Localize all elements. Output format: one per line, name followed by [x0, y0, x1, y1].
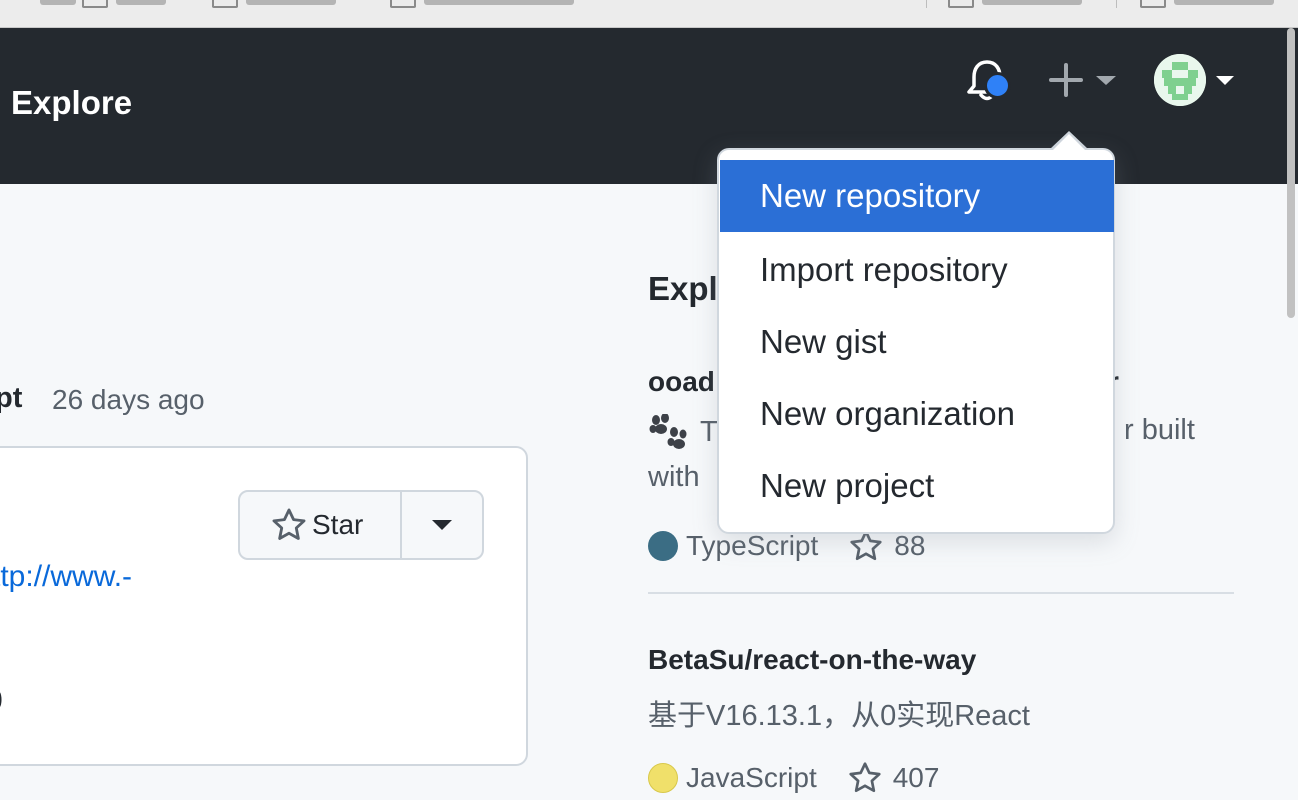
- identicon: [1154, 54, 1206, 106]
- menu-item-new-organization[interactable]: New organization: [720, 378, 1114, 450]
- bookmark-separator: [1116, 0, 1117, 8]
- explore-heading: Expl: [648, 270, 718, 307]
- explore-divider: [648, 592, 1234, 594]
- create-new-button[interactable]: [1046, 60, 1120, 100]
- chevron-down-icon: [1096, 75, 1116, 85]
- star-icon: [849, 762, 881, 793]
- repo-language: JavaScript: [686, 762, 817, 793]
- explore-repo-name[interactable]: BetaSu/react-on-the-way: [648, 644, 976, 676]
- repo-stars-link[interactable]: 407: [847, 760, 940, 796]
- explore-repo-description: T: [648, 414, 718, 450]
- explore-repo-description-tail: r built: [1124, 414, 1195, 446]
- feed-item-title[interactable]: pt: [0, 382, 22, 415]
- bookmark-item[interactable]: [1140, 0, 1274, 10]
- star-list-dropdown-button[interactable]: [402, 492, 482, 558]
- menu-item-import-repository[interactable]: Import repository: [720, 234, 1114, 306]
- avatar: [1154, 54, 1206, 106]
- star-button-label: Star: [312, 509, 364, 540]
- browser-bookmarks-bar: [0, 0, 1298, 28]
- menu-item-new-repository[interactable]: New repository: [720, 160, 1114, 232]
- chevron-down-icon: [1216, 75, 1234, 85]
- bookmark-item[interactable]: [948, 0, 1082, 10]
- star-button-group: Star: [238, 490, 484, 560]
- chevron-down-icon: [432, 520, 452, 530]
- bookmark-item[interactable]: [390, 0, 574, 10]
- language-color-dot: [648, 531, 678, 561]
- bookmark-separator: [926, 0, 927, 8]
- header-explore-link[interactable]: Explore: [11, 84, 132, 122]
- explore-repo-description: 基于V16.13.1，从0实现React: [648, 700, 1030, 732]
- menu-item-new-gist[interactable]: New gist: [720, 306, 1114, 378]
- bookmark-item[interactable]: [212, 0, 336, 10]
- menu-item-new-project[interactable]: New project: [720, 450, 1114, 522]
- feed-item-timestamp: 26 days ago: [52, 384, 205, 415]
- repo-homepage-link[interactable]: ttp://www.-: [0, 560, 132, 594]
- explore-repo-meta: JavaScript 407: [648, 758, 939, 798]
- repo-star-count: 407: [892, 762, 940, 793]
- repo-star-count: 88: [894, 530, 926, 561]
- explore-repo-name[interactable]: ooad: [648, 366, 715, 398]
- repo-meta-fragment: 0: [0, 684, 3, 718]
- paw-prints-icon: [649, 414, 687, 449]
- page-scrollbar-thumb[interactable]: [1287, 28, 1295, 318]
- user-menu-button[interactable]: [1154, 54, 1238, 106]
- bookmark-item[interactable]: [82, 0, 166, 10]
- plus-icon: [1049, 63, 1083, 97]
- language-color-dot: [648, 763, 678, 793]
- explore-repo-description-line2: with: [648, 461, 700, 493]
- bookmark-item[interactable]: [40, 0, 76, 10]
- star-button[interactable]: Star: [240, 492, 402, 558]
- explore-repo-description-text: T: [700, 415, 718, 448]
- star-icon: [272, 508, 306, 540]
- create-new-dropdown: New repository Import repository New gis…: [717, 148, 1115, 534]
- dropdown-caret-fill: [1052, 134, 1086, 151]
- notification-indicator: [984, 72, 1011, 99]
- page: Explore pt 26 days ago Star ttp://www.- …: [0, 0, 1298, 800]
- repo-language: TypeScript: [686, 530, 819, 561]
